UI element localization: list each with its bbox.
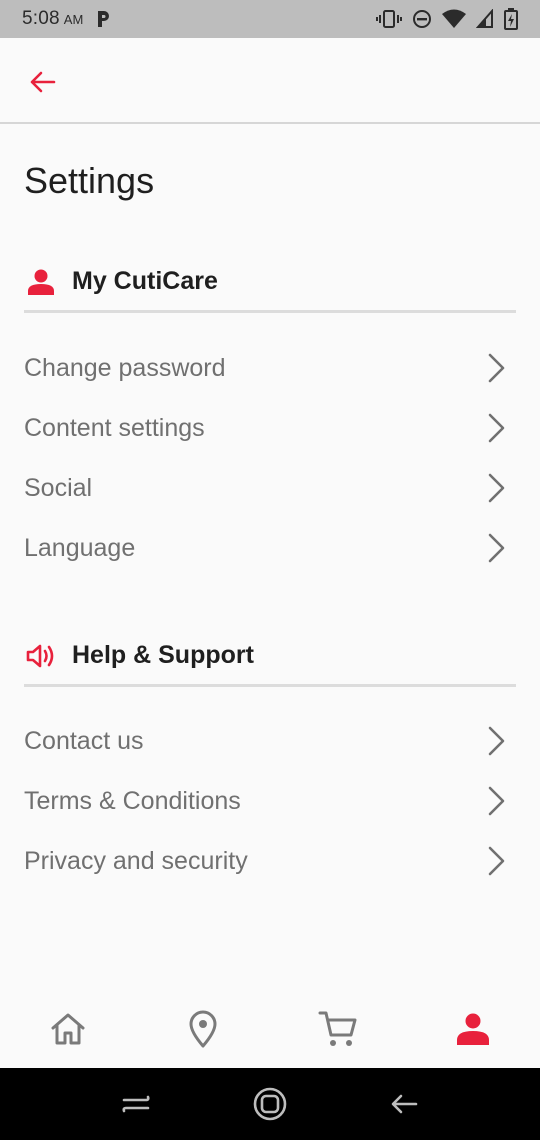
back-system-button[interactable] xyxy=(384,1084,424,1124)
menu-item-label: Content settings xyxy=(24,413,205,442)
location-pin-icon xyxy=(189,1010,216,1048)
chevron-right-icon xyxy=(482,411,510,445)
chevron-right-icon xyxy=(482,471,510,505)
home-system-button[interactable] xyxy=(250,1084,290,1124)
menu-item-label: Change password xyxy=(24,353,226,382)
cart-icon xyxy=(318,1011,356,1046)
chevron-right-icon xyxy=(482,784,510,818)
section-header-my-cuticare: My CutiCare xyxy=(24,253,516,313)
menu-item-contact-us[interactable]: Contact us xyxy=(24,711,516,771)
chevron-right-icon xyxy=(482,531,510,565)
section-title: Help & Support xyxy=(72,641,254,669)
signal-icon xyxy=(476,9,493,28)
menu-item-social[interactable]: Social xyxy=(24,458,516,518)
nav-cart-button[interactable] xyxy=(270,990,405,1068)
status-icons xyxy=(376,8,518,30)
menu-item-content-settings[interactable]: Content settings xyxy=(24,398,516,458)
app-bar xyxy=(0,38,540,124)
person-icon xyxy=(456,1013,489,1045)
battery-icon xyxy=(504,8,518,30)
back-icon xyxy=(391,1094,418,1114)
menu-item-label: Contact us xyxy=(24,726,144,755)
system-nav-bar xyxy=(0,1068,540,1140)
status-bar: 5:08 AM xyxy=(0,0,540,38)
chevron-right-icon xyxy=(482,844,510,878)
bottom-nav xyxy=(0,990,540,1068)
menu-item-label: Language xyxy=(24,533,136,562)
page-title: Settings xyxy=(24,160,155,201)
parking-icon xyxy=(98,11,110,27)
nav-location-button[interactable] xyxy=(135,990,270,1068)
status-ampm: AM xyxy=(63,11,84,27)
menu-item-label: Social xyxy=(24,473,93,502)
recents-icon xyxy=(122,1095,150,1113)
wifi-icon xyxy=(442,9,466,28)
speaker-icon xyxy=(24,639,58,673)
menu-item-language[interactable]: Language xyxy=(24,518,516,578)
menu-item-privacy-security[interactable]: Privacy and security xyxy=(24,831,516,891)
home-icon xyxy=(51,1013,84,1045)
person-icon xyxy=(24,265,58,299)
vibrate-icon xyxy=(376,10,402,28)
recents-button[interactable] xyxy=(116,1084,156,1124)
menu-item-label: Privacy and security xyxy=(24,846,248,875)
chevron-right-icon xyxy=(482,351,510,385)
section-header-help-support: Help & Support xyxy=(24,627,516,687)
arrow-left-icon xyxy=(30,71,56,93)
menu-item-change-password[interactable]: Change password xyxy=(24,338,516,398)
status-time: 5:08 xyxy=(22,8,60,29)
do-not-disturb-icon xyxy=(413,10,431,28)
chevron-right-icon xyxy=(482,724,510,758)
home-circle-icon xyxy=(253,1087,287,1121)
section-title: My CutiCare xyxy=(72,267,218,295)
menu-item-label: Terms & Conditions xyxy=(24,786,241,815)
menu-item-terms-conditions[interactable]: Terms & Conditions xyxy=(24,771,516,831)
nav-home-button[interactable] xyxy=(0,990,135,1068)
back-button[interactable] xyxy=(22,62,62,102)
nav-profile-button[interactable] xyxy=(405,990,540,1068)
